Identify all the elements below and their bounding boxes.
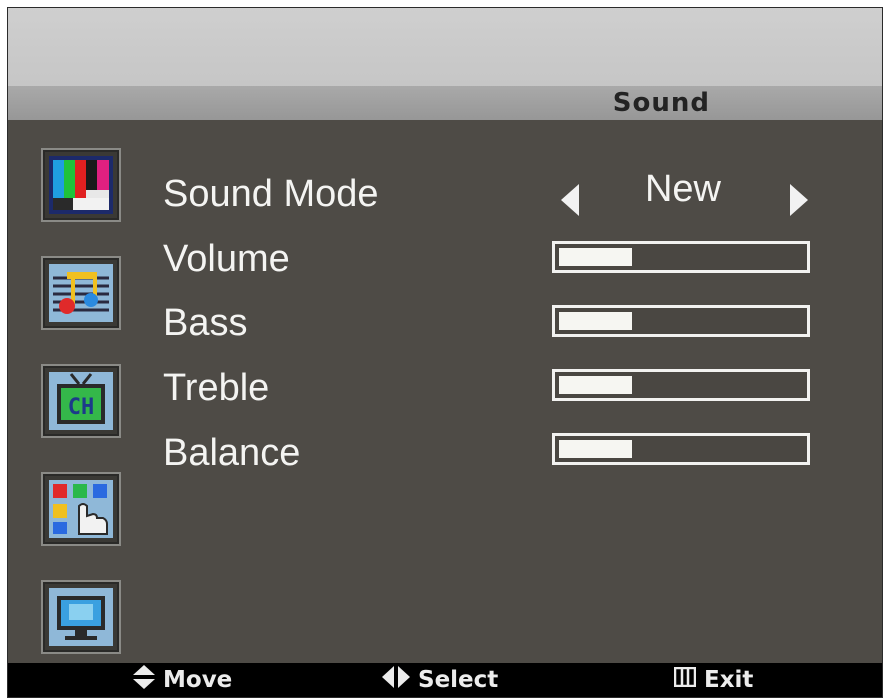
menu-key-icon — [673, 666, 697, 693]
up-down-arrow-icon — [133, 665, 155, 695]
sound-mode-label[interactable]: Sound Mode — [163, 173, 379, 216]
balance-slider[interactable] — [552, 433, 810, 465]
bass-label[interactable]: Bass — [163, 302, 247, 345]
move-hint-label: Move — [163, 667, 233, 693]
menu-title: Sound — [612, 88, 710, 118]
function-icon[interactable] — [41, 472, 121, 546]
exit-hint: Exit — [673, 666, 754, 693]
title-bar — [8, 86, 882, 120]
balance-slider-fill — [559, 440, 632, 458]
sound-mode-value[interactable]: New — [608, 168, 758, 211]
select-hint: Select — [382, 666, 499, 694]
volume-slider[interactable] — [552, 241, 810, 273]
screen-icon[interactable] — [41, 580, 121, 654]
bass-slider-fill — [559, 312, 632, 330]
tv-osd-menu: Sound CH Sound Mode New Volume Bass Treb… — [7, 7, 883, 698]
channel-icon[interactable]: CH — [41, 364, 121, 438]
sound-mode-left-arrow-icon[interactable] — [561, 184, 579, 216]
move-hint: Move — [133, 665, 233, 695]
treble-slider[interactable] — [552, 369, 810, 401]
sound-icon[interactable] — [41, 256, 121, 330]
left-right-arrow-icon — [382, 666, 410, 694]
volume-label[interactable]: Volume — [163, 238, 290, 281]
treble-label[interactable]: Treble — [163, 367, 269, 410]
picture-icon[interactable] — [41, 148, 121, 222]
select-hint-label: Select — [418, 667, 499, 693]
footer-hint-bar: Move Select Exit — [8, 663, 882, 697]
bass-slider[interactable] — [552, 305, 810, 337]
top-header-bar — [8, 8, 882, 86]
balance-label[interactable]: Balance — [163, 432, 300, 475]
volume-slider-fill — [559, 248, 632, 266]
treble-slider-fill — [559, 376, 632, 394]
sound-mode-right-arrow-icon[interactable] — [790, 184, 808, 216]
exit-hint-label: Exit — [704, 667, 754, 693]
channel-icon-text: CH — [68, 395, 95, 420]
